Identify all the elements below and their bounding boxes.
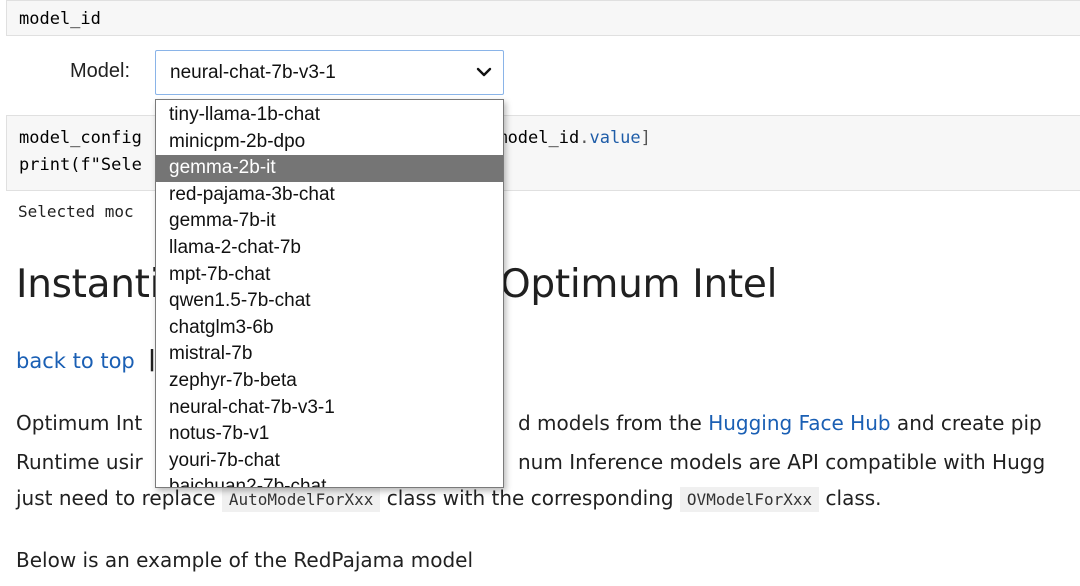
cell-output: Selected moc (18, 202, 134, 221)
model-select-value: neural-chat-7b-v3-1 (170, 62, 336, 83)
dropdown-option[interactable]: gemma-2b-it (156, 155, 503, 182)
paragraph-text: d models from the (518, 411, 709, 435)
paragraph-text: class. (819, 486, 882, 510)
dropdown-option[interactable]: youri-7b-chat (156, 448, 503, 475)
model-select-widget: Model: neural-chat-7b-v3-1 (0, 50, 520, 96)
paragraph-line: d models from the Hugging Face Hub and c… (518, 411, 1042, 435)
paragraph-line: just need to replace AutoModelForXxx cla… (16, 486, 882, 512)
dropdown-option[interactable]: gemma-7b-it (156, 208, 503, 235)
model-dropdown-list[interactable]: tiny-llama-1b-chat minicpm-2b-dpo gemma-… (155, 99, 504, 488)
paragraph-text: class with the corresponding (380, 486, 680, 510)
code-token: model_config (19, 128, 142, 148)
section-heading-continued: Optimum Intel (500, 262, 778, 307)
hugging-face-hub-link[interactable]: Hugging Face Hub (708, 411, 890, 435)
code-token: model_id (497, 128, 580, 148)
back-to-top-link[interactable]: back to top (16, 349, 135, 373)
code-cell-model-id[interactable]: model_id (6, 0, 1080, 36)
code-token: value (589, 128, 641, 148)
dropdown-option[interactable]: baichuan2-7b-chat (156, 474, 503, 487)
paragraph-line-left: Runtime usir (16, 450, 143, 474)
dropdown-option[interactable]: tiny-llama-1b-chat (156, 102, 503, 129)
dropdown-option[interactable]: mpt-7b-chat (156, 262, 503, 289)
code-token: ] (640, 128, 651, 148)
dropdown-option[interactable]: llama-2-chat-7b (156, 235, 503, 262)
chevron-down-icon (476, 67, 492, 77)
dropdown-option[interactable]: minicpm-2b-dpo (156, 129, 503, 156)
dropdown-option[interactable]: chatglm3-6b (156, 315, 503, 342)
model-select[interactable]: neural-chat-7b-v3-1 (155, 50, 504, 95)
model-select-label: Model: (70, 60, 131, 82)
paragraph-line-left: Optimum Int (16, 411, 143, 435)
code-token: . (579, 128, 590, 148)
paragraph-text: and create pip (890, 411, 1042, 435)
dropdown-option[interactable]: neural-chat-7b-v3-1 (156, 395, 503, 422)
dropdown-option[interactable]: red-pajama-3b-chat (156, 182, 503, 209)
dropdown-option[interactable]: notus-7b-v1 (156, 421, 503, 448)
code-line: model_id (19, 9, 101, 29)
dropdown-option[interactable]: mistral-7b (156, 341, 503, 368)
paragraph-line: num Inference models are API compatible … (518, 450, 1046, 474)
paragraph-text: just need to replace (16, 486, 222, 510)
section-heading: Instanti (16, 262, 161, 307)
paragraph-line: Below is an example of the RedPajama mod… (16, 548, 474, 572)
dropdown-option[interactable]: zephyr-7b-beta (156, 368, 503, 395)
dropdown-option[interactable]: qwen1.5-7b-chat (156, 288, 503, 315)
inline-code: AutoModelForXxx (221, 487, 381, 512)
inline-code: OVModelForXxx (679, 487, 820, 512)
